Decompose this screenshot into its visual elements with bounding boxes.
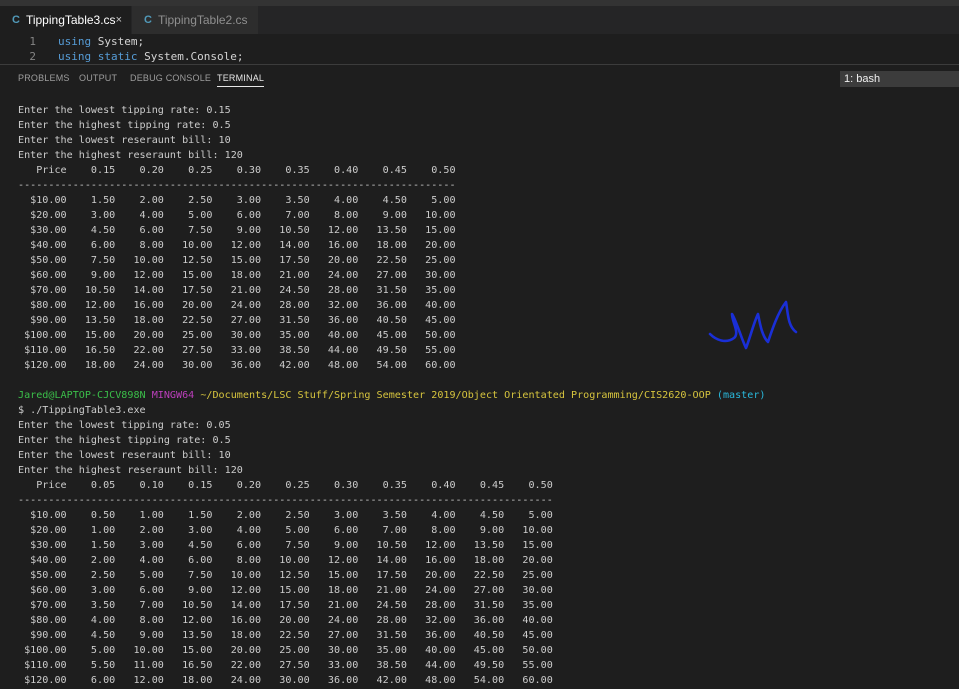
table-row: $90.00 4.50 9.00 13.50 18.00 22.50 27.00… [18,630,553,641]
table-divider: ----------------------------------------… [18,180,456,191]
line-number: 1 [29,35,36,48]
prompt-user: Jared@LAPTOP-CJCV898N [18,390,146,401]
table-row: $120.00 6.00 12.00 18.00 24.00 30.00 36.… [18,675,553,686]
code-line: 2 using static System.Console; [0,49,959,64]
tab-problems[interactable]: PROBLEMS [18,73,70,83]
editor-tabs: C TippingTable3.cs × C TippingTable2.cs [0,6,959,34]
code-keyword: using [58,35,92,48]
input-prompt-line: Enter the highest tipping rate: 0.5 [18,120,231,131]
tab-output[interactable]: OUTPUT [79,73,117,83]
table-row: $80.00 4.00 8.00 12.00 16.00 20.00 24.00… [18,615,553,626]
table-row: $50.00 7.50 10.00 12.50 15.00 17.50 20.0… [18,255,456,266]
table-row: $70.00 3.50 7.00 10.50 14.00 17.50 21.00… [18,600,553,611]
tab-label: TippingTable2.cs [157,13,248,27]
code-line: 1 using System; [0,34,959,49]
table-row: $30.00 4.50 6.00 7.50 9.00 10.50 12.00 1… [18,225,456,236]
tab-terminal[interactable]: TERMINAL [217,73,265,87]
table-row: $20.00 3.00 4.00 5.00 6.00 7.00 8.00 9.0… [18,210,456,221]
table-row: $60.00 3.00 6.00 9.00 12.00 15.00 18.00 … [18,585,553,596]
table-row: $100.00 15.00 20.00 25.00 30.00 35.00 40… [18,330,456,341]
table-row: $20.00 1.00 2.00 3.00 4.00 5.00 6.00 7.0… [18,525,553,536]
tab-tippingtable3[interactable]: C TippingTable3.cs × [0,6,132,34]
input-prompt-line: Enter the lowest tipping rate: 0.15 [18,105,231,116]
close-icon[interactable]: × [116,14,122,26]
table-row: $40.00 6.00 8.00 10.00 12.00 14.00 16.00… [18,240,456,251]
csharp-file-icon: C [12,14,20,26]
prompt-path: ~/Documents/LSC Stuff/Spring Semester 20… [200,390,711,401]
input-prompt-line: Enter the highest reseraunt bill: 120 [18,465,243,476]
table-row: $110.00 16.50 22.00 27.50 33.00 38.50 44… [18,345,456,356]
table-row: $120.00 18.00 24.00 30.00 36.00 42.00 48… [18,360,456,371]
handwritten-signature [708,300,798,350]
input-prompt-line: Enter the lowest reseraunt bill: 10 [18,135,231,146]
code-text: System; [91,35,145,48]
table-row: $90.00 13.50 18.00 22.50 27.00 31.50 36.… [18,315,456,326]
table-row: $80.00 12.00 16.00 20.00 24.00 28.00 32.… [18,300,456,311]
prompt-env: MINGW64 [151,390,195,401]
table-row: $10.00 1.50 2.00 2.50 3.00 3.50 4.00 4.5… [18,195,456,206]
line-number: 2 [29,50,36,63]
code-editor[interactable]: 1 using System; 2 using static System.Co… [0,34,959,64]
table-row: $70.00 10.50 14.00 17.50 21.00 24.50 28.… [18,285,456,296]
input-prompt-line: Enter the lowest tipping rate: 0.05 [18,420,231,431]
input-prompt-line: Enter the highest reseraunt bill: 120 [18,150,243,161]
input-prompt-line: Enter the highest tipping rate: 0.5 [18,435,231,446]
csharp-file-icon: C [144,14,152,26]
tab-label: TippingTable3.cs [25,13,116,27]
table-row: $40.00 2.00 4.00 6.00 8.00 10.00 12.00 1… [18,555,553,566]
table-header: Price 0.15 0.20 0.25 0.30 0.35 0.40 0.45… [18,165,456,176]
code-text: System.Console; [137,50,244,63]
table-divider: ----------------------------------------… [18,495,553,506]
table-row: $100.00 5.00 10.00 15.00 20.00 25.00 30.… [18,645,553,656]
prompt-line: Jared@LAPTOP-CJCV898N MINGW64 ~/Document… [18,388,948,403]
prompt-branch: (master) [716,390,766,401]
table-row: $30.00 1.50 3.00 4.50 6.00 7.50 9.00 10.… [18,540,553,551]
tab-debug-console[interactable]: DEBUG CONSOLE [130,73,211,83]
table-row: $110.00 5.50 11.00 16.50 22.00 27.50 33.… [18,660,553,671]
tab-tippingtable2[interactable]: C TippingTable2.cs [132,6,258,34]
input-prompt-line: Enter the lowest reseraunt bill: 10 [18,450,231,461]
table-row: $50.00 2.50 5.00 7.50 10.00 12.50 15.00 … [18,570,553,581]
code-keyword: using static [58,50,138,63]
table-row: $10.00 0.50 1.00 1.50 2.00 2.50 3.00 3.5… [18,510,553,521]
command-line: $ ./TippingTable3.exe [18,405,146,416]
table-header: Price 0.05 0.10 0.15 0.20 0.25 0.30 0.35… [18,480,553,491]
table-row: $60.00 9.00 12.00 15.00 18.00 21.00 24.0… [18,270,456,281]
panel-header: PROBLEMS OUTPUT DEBUG CONSOLE TERMINAL 1… [0,64,959,92]
terminal-selector[interactable]: 1: bash [840,71,959,87]
terminal-output[interactable]: Enter the lowest tipping rate: 0.15 Enter… [18,103,948,689]
